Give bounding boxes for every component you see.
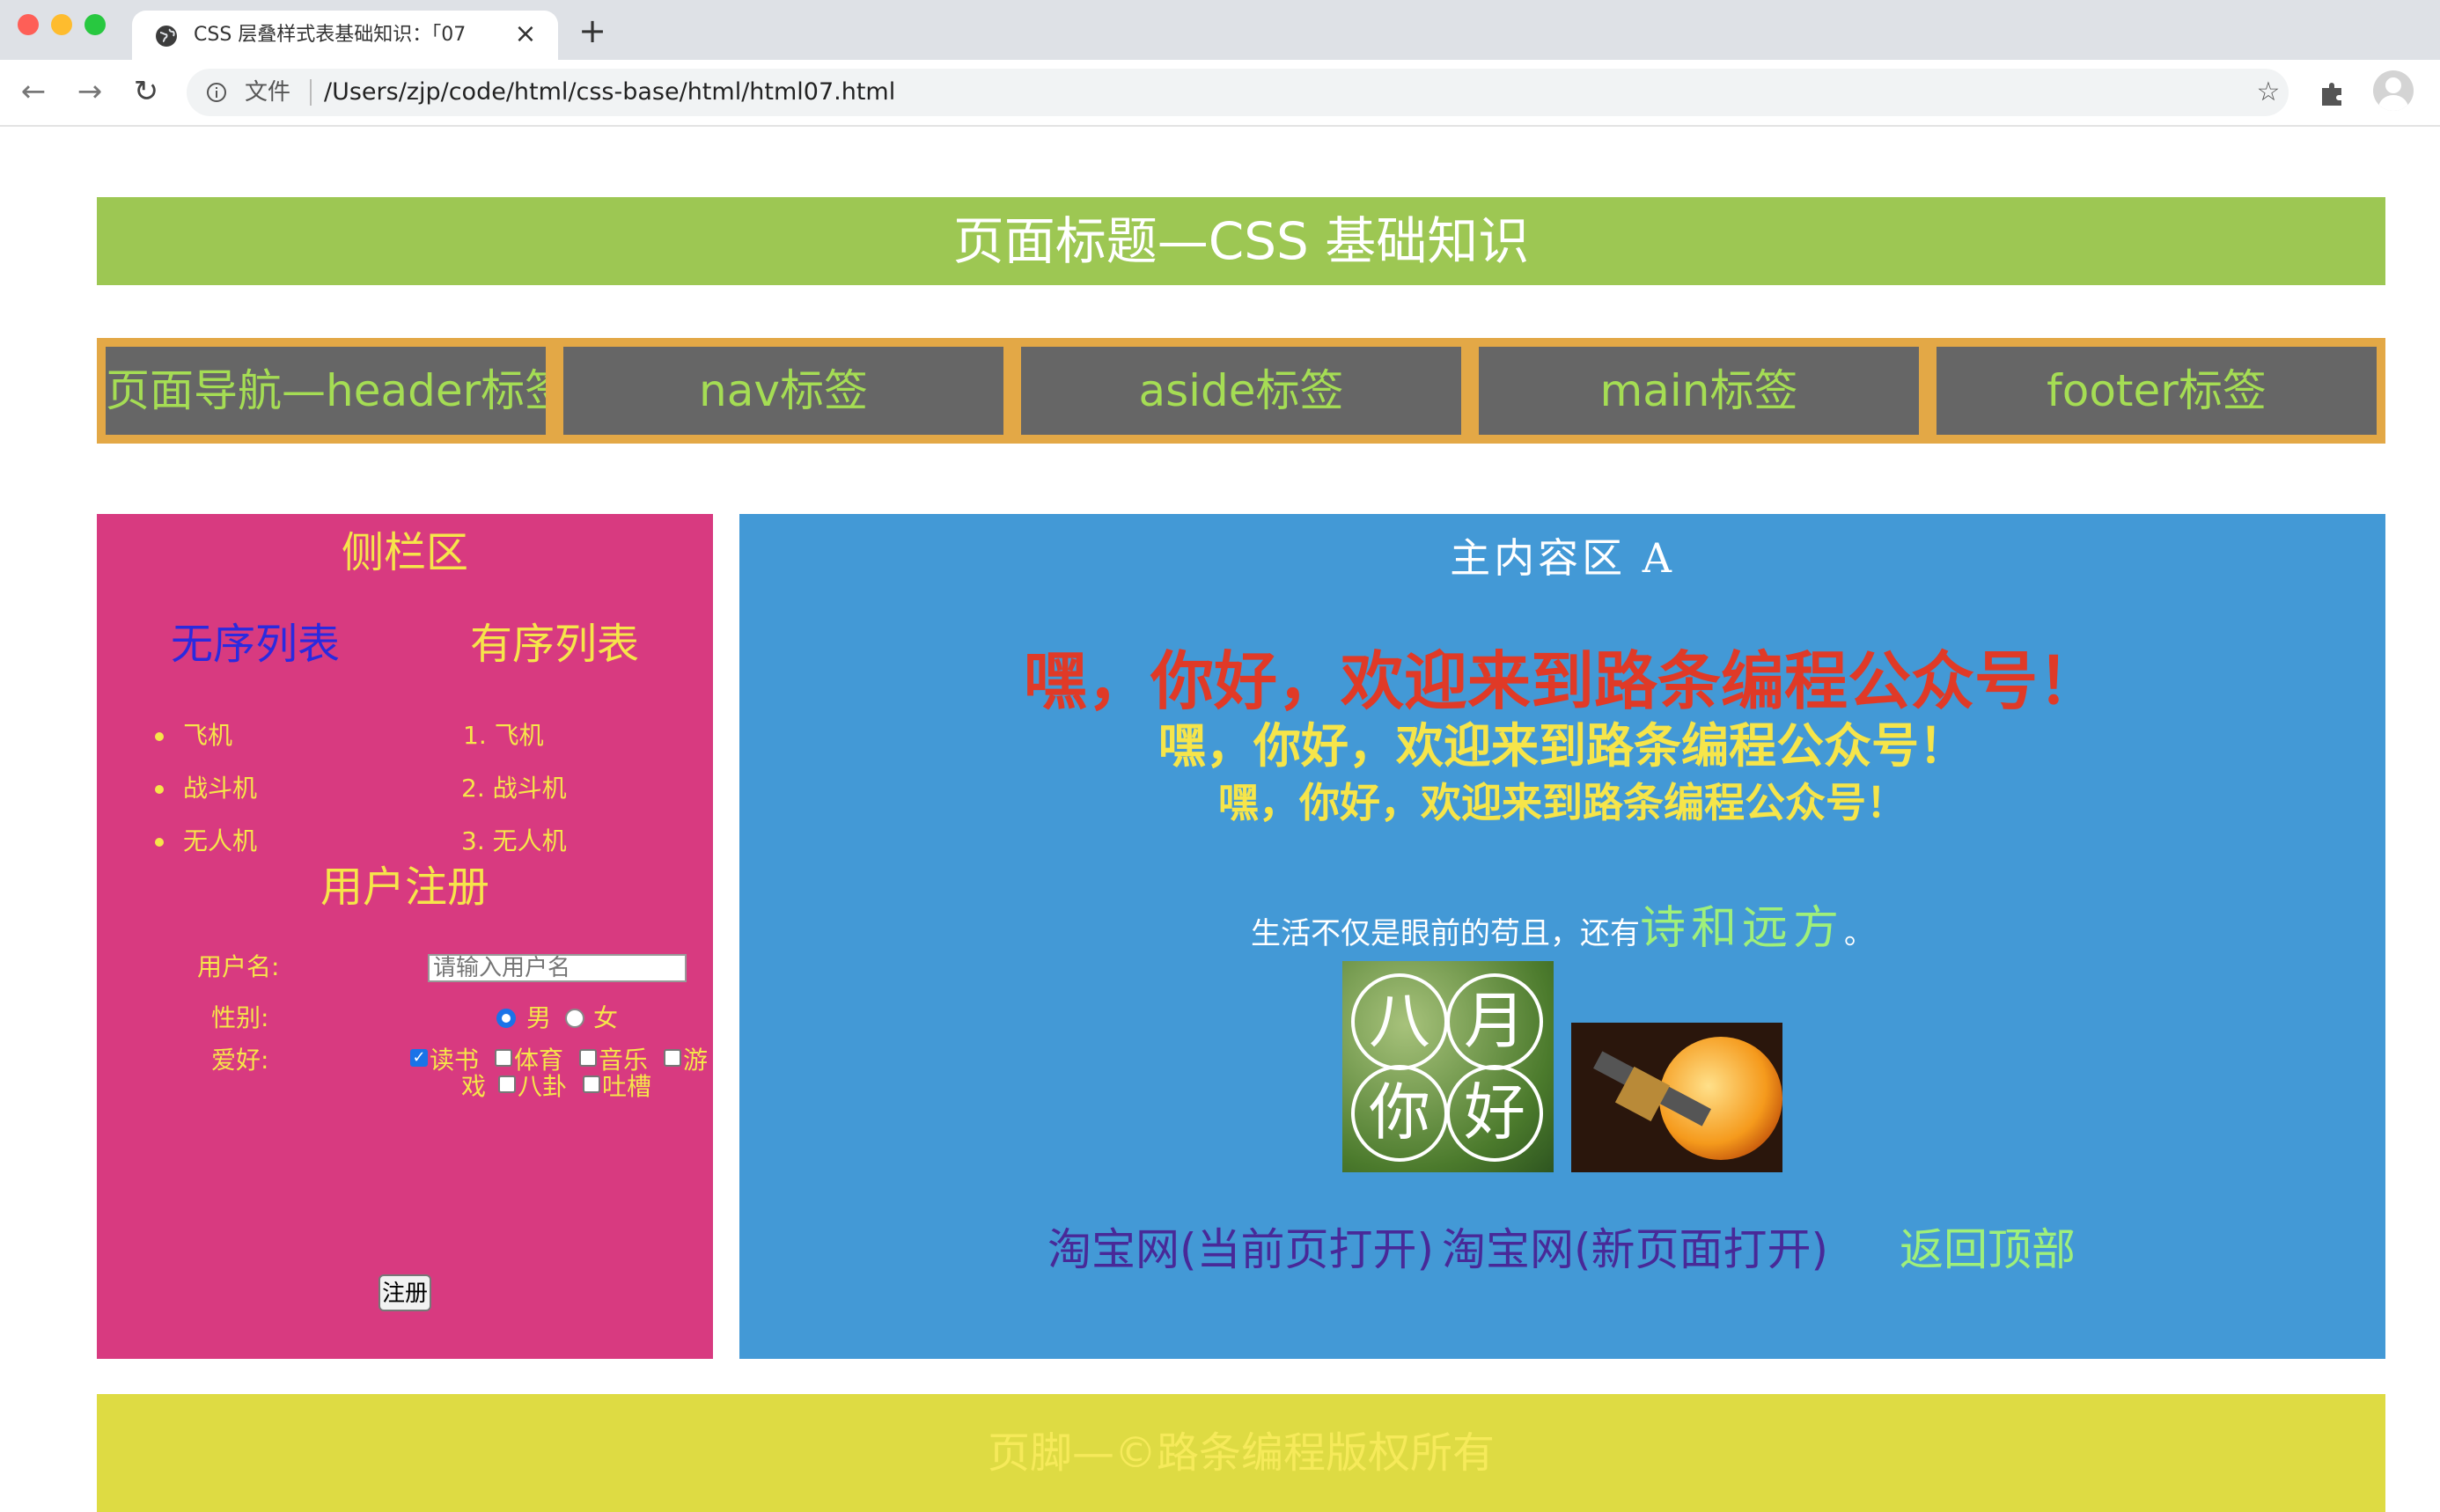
username-input[interactable] [428, 954, 687, 982]
window-close-button[interactable] [18, 14, 39, 35]
hobby-label-item: 音乐 [599, 1046, 649, 1075]
avatar-icon[interactable] [2373, 70, 2414, 111]
image-char: 你 [1351, 1065, 1448, 1162]
nav-item-nav[interactable]: nav标签 [563, 347, 1003, 435]
hobby-label-item: 戏 [461, 1072, 487, 1101]
hobby-label-item: 游 [683, 1046, 709, 1075]
nav-item-footer[interactable]: footer标签 [1937, 347, 2377, 435]
gender-label: 性别: [211, 1003, 269, 1032]
window-minimize-button[interactable] [51, 14, 72, 35]
url-text[interactable]: /Users/zjp/code/html/css-base/html/html0… [324, 79, 895, 106]
browser-tab[interactable]: CSS 层叠样式表基础知识：「07 × [132, 11, 558, 60]
hobby-label-item: 吐槽 [602, 1072, 652, 1101]
list-item: 飞机 [183, 721, 233, 750]
aside-panel: 侧栏区 无序列表 有序列表 飞机 战斗机 无人机 1. 飞机 2. 战斗机 3.… [97, 514, 713, 1359]
hobby-reading-checkbox[interactable]: ✓ [410, 1049, 428, 1067]
register-button[interactable]: 注册 [378, 1274, 431, 1311]
list-item: 1. 飞机 [463, 721, 544, 750]
image-char: 月 [1446, 973, 1543, 1070]
image-char: 八 [1351, 973, 1448, 1070]
main-panel: 主内容区 A 嘿，你好，欢迎来到路条编程公众号！ 嘿，你好，欢迎来到路条编程公众… [739, 514, 2385, 1359]
list-item: 3. 无人机 [461, 826, 567, 855]
hobby-complain-checkbox[interactable] [583, 1075, 600, 1093]
plus-icon[interactable]: + [574, 12, 611, 49]
username-label: 用户名: [197, 952, 280, 981]
puzzle-icon[interactable] [2317, 77, 2348, 109]
reload-icon[interactable]: ↻ [129, 74, 164, 109]
greeting-heading-2: 嘿，你好，欢迎来到路条编程公众号！ [1158, 718, 1966, 774]
forward-icon[interactable]: → [72, 74, 107, 109]
hobby-label-item: 体育 [514, 1046, 564, 1075]
page-footer: 页脚—©路条编程版权所有 [97, 1394, 2385, 1512]
gender-female-radio[interactable] [565, 1009, 584, 1028]
main-title: 主内容区 A [1450, 534, 1675, 582]
ordered-list-title: 有序列表 [469, 620, 639, 669]
gender-female-label: 女 [593, 1003, 619, 1032]
greeting-heading-3: 嘿，你好，欢迎来到路条编程公众号！ [1218, 779, 1907, 826]
hobby-gossip-checkbox[interactable] [498, 1075, 516, 1093]
quote-fancy: 诗和远方 [1639, 902, 1844, 955]
page-content: 页面标题—CSS 基础知识 页面导航—header标签 nav标签 aside标… [0, 127, 2440, 1512]
quote-line: 生活不仅是眼前的苟且，还有诗和远方。 [739, 891, 2385, 957]
tab-title: CSS 层叠样式表基础知识：「07 [194, 24, 467, 46]
list-item: 2. 战斗机 [461, 774, 567, 803]
hobby-sports-checkbox[interactable] [495, 1049, 512, 1067]
quote-end: 。 [1844, 916, 1874, 951]
sun-probe-image [1571, 1023, 1782, 1172]
info-icon[interactable] [206, 82, 227, 103]
unordered-list-title: 无序列表 [170, 620, 340, 669]
nav-item-aside[interactable]: aside标签 [1021, 347, 1461, 435]
gender-male-radio[interactable] [496, 1009, 516, 1028]
file-label: 文件 [245, 79, 291, 106]
bullet-icon [155, 785, 164, 794]
address-bar[interactable]: 文件 /Users/zjp/code/html/css-base/html/ht… [187, 69, 2289, 116]
close-icon[interactable]: × [511, 19, 540, 49]
browser-toolbar: ← → ↻ 文件 /Users/zjp/code/html/css-base/h… [0, 60, 2440, 127]
bullet-icon [155, 838, 164, 847]
hobby-game-checkbox[interactable] [664, 1049, 681, 1067]
aside-title: 侧栏区 [341, 528, 468, 577]
hobby-music-checkbox[interactable] [579, 1049, 597, 1067]
register-title: 用户注册 [320, 862, 489, 912]
nav-item-main[interactable]: main标签 [1479, 347, 1919, 435]
quote-plain: 生活不仅是眼前的苟且，还有 [1250, 916, 1640, 951]
bullet-icon [155, 732, 164, 741]
page-header: 页面标题—CSS 基础知识 [97, 197, 2385, 285]
hobby-label: 爱好: [211, 1046, 269, 1075]
hobby-label-item: 读书 [430, 1046, 480, 1075]
taobao-current-link[interactable]: 淘宝网(当前页打开) [1047, 1223, 1434, 1276]
image-char: 好 [1446, 1065, 1543, 1162]
hobby-label-item: 八卦 [518, 1072, 568, 1101]
august-hello-image: 八 月 你 好 [1342, 961, 1554, 1172]
back-to-top-link[interactable]: 返回顶部 [1900, 1223, 2076, 1276]
gender-male-label: 男 [526, 1003, 552, 1032]
page-nav: 页面导航—header标签 nav标签 aside标签 main标签 foote… [97, 338, 2385, 444]
star-icon[interactable]: ☆ [2255, 79, 2282, 106]
taobao-new-link[interactable]: 淘宝网(新页面打开) [1442, 1223, 1828, 1276]
window-zoom-button[interactable] [85, 14, 106, 35]
greeting-heading-1: 嘿，你好，欢迎来到路条编程公众号！ [1023, 644, 2101, 718]
globe-icon [156, 26, 177, 47]
url-separator [310, 79, 312, 106]
list-item: 战斗机 [183, 774, 258, 803]
browser-tab-bar: CSS 层叠样式表基础知识：「07 × + [0, 0, 2440, 60]
list-item: 无人机 [183, 826, 258, 855]
nav-item-header[interactable]: 页面导航—header标签 [106, 347, 546, 435]
back-icon[interactable]: ← [16, 74, 51, 109]
